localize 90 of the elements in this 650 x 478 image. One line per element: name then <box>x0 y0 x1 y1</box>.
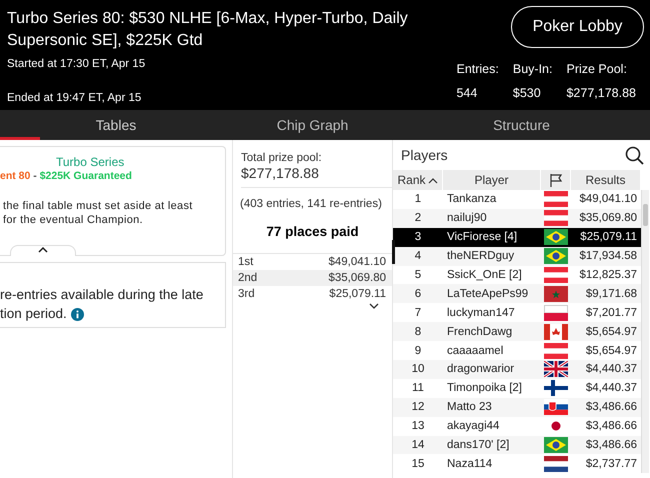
flag-icon <box>544 286 568 302</box>
rank-cell-text: 7 <box>414 306 422 321</box>
player-name[interactable]: caaaaamel <box>443 341 541 360</box>
flag-icon <box>544 456 568 472</box>
tournament-title: Turbo Series 80: $530 NLHE [6-Max, Hyper-Turbo, Daily Supersonic SE], $225K Gtd <box>7 9 409 51</box>
stat-value: 544 <box>456 86 478 100</box>
player-name[interactable]: dragonwarior <box>443 360 541 379</box>
rank-cell-text: 11 <box>411 381 425 396</box>
result-cell-text: $25,079.11 <box>579 230 638 246</box>
result-cell-text: $49,041.10 <box>578 192 638 208</box>
flag-column-icon[interactable] <box>548 172 562 188</box>
prize-pool-value: $277,178.88 <box>241 165 392 188</box>
search-icon[interactable] <box>625 146 644 164</box>
rank-cell-text: 14 <box>410 438 426 454</box>
poker-lobby-button[interactable]: Poker Lobby <box>511 6 644 48</box>
rank-cell-text: 6 <box>414 286 422 302</box>
scrollbar[interactable] <box>641 190 649 474</box>
result-cell-text: $17,934.58 <box>578 249 638 264</box>
result-cell-text: $12,825.37 <box>578 268 638 283</box>
player-name[interactable]: Naza114 <box>443 454 541 474</box>
stat-label: Entries: <box>456 62 499 76</box>
rank-cell-text: 12 <box>410 400 426 416</box>
place: 3rd <box>238 287 255 302</box>
collapse-tab[interactable] <box>10 245 76 256</box>
player-name[interactable]: Tankanza <box>443 190 541 209</box>
sort-icon[interactable] <box>428 176 438 184</box>
flag-icon <box>544 248 568 264</box>
expand-icon[interactable] <box>368 302 380 310</box>
player-name[interactable]: Timonpoika [2] <box>443 378 541 398</box>
flag-icon <box>544 437 568 454</box>
result-cell-text: $5,654.97 <box>584 324 638 340</box>
rank-cell-text: 1 <box>414 192 422 208</box>
info-text: the final table must set aside at least for the eventual Champion. <box>2 199 194 227</box>
prize-amount: $49,041.10 <box>328 255 386 270</box>
rank-cell-text: 15 <box>410 456 426 472</box>
stat-label: Prize Pool: <box>566 62 628 76</box>
caret-icon[interactable] <box>37 246 49 254</box>
reentry-text: re-entries available during the late tion period. <box>0 286 204 323</box>
column-header[interactable]: Player <box>443 170 541 190</box>
player-name[interactable]: theNERDguy <box>443 246 541 266</box>
result-cell-text: $3,486.66 <box>584 419 638 434</box>
tab[interactable]: Chip Graph <box>232 110 393 140</box>
column-header[interactable]: Results <box>571 170 641 190</box>
stat-label: Buy-In: <box>512 62 552 76</box>
rank-cell-text: 4 <box>414 249 422 264</box>
player-name[interactable]: SsicK_OnE [2] <box>443 266 541 284</box>
result-cell-text: $9,171.68 <box>584 286 638 302</box>
result-cell-text: $5,654.97 <box>584 344 638 359</box>
rank-cell-text: 5 <box>414 268 422 283</box>
players-title: Players <box>401 147 448 163</box>
player-name[interactable]: LaTeteApePs99 <box>443 284 541 304</box>
result-cell-text: $3,486.66 <box>584 400 638 416</box>
flag-icon <box>544 380 568 396</box>
stat-value: $277,178.88 <box>566 86 636 100</box>
rank-cell-text: 2 <box>414 211 422 226</box>
tab[interactable]: Tables <box>0 110 232 140</box>
player-name[interactable]: luckyman147 <box>443 303 541 322</box>
places-paid: 77 places paid <box>233 224 392 254</box>
player-name[interactable]: Matto 23 <box>443 398 541 417</box>
stat-value: $530 <box>512 86 542 100</box>
flag-icon <box>544 229 568 246</box>
result-cell-text: $4,440.37 <box>584 381 638 396</box>
start-time: Started at 17:30 ET, Apr 15 <box>7 58 146 70</box>
event-subtitle: ent 80 - $225K Guaranteed <box>0 170 133 182</box>
rank-cell-text: 13 <box>410 419 426 434</box>
player-name[interactable]: VicFiorese [4] <box>443 228 541 247</box>
result-cell-text: $35,069.80 <box>578 211 638 226</box>
rank-cell-text: 3 <box>414 230 422 246</box>
prize-amount: $35,069.80 <box>328 271 386 286</box>
result-cell-text: $4,440.37 <box>584 362 638 378</box>
prize-pool-label: Total prize pool: <box>241 152 323 164</box>
prize-amount: $25,079.11 <box>329 287 386 302</box>
player-name[interactable]: akayagi44 <box>443 416 541 436</box>
info-icon[interactable] <box>70 308 84 321</box>
rank-cell-text: 9 <box>414 344 422 359</box>
result-cell-text: $3,486.66 <box>584 438 638 454</box>
rank-cell-text: 10 <box>410 362 426 378</box>
player-name[interactable]: nailuj90 <box>443 208 541 228</box>
series-name: Turbo Series <box>56 155 126 169</box>
entries-summary: (403 entries, 141 re-entries) <box>240 198 383 210</box>
player-name[interactable]: dans170' [2] <box>443 436 541 454</box>
player-name[interactable]: FrenchDawg <box>443 322 541 342</box>
result-cell-text: $7,201.77 <box>584 306 638 321</box>
column-header[interactable]: Rank <box>393 170 443 190</box>
place: 2nd <box>238 271 258 286</box>
place: 1st <box>238 255 254 270</box>
result-cell-text: $2,737.77 <box>584 456 638 472</box>
rank-cell-text: 8 <box>414 324 422 340</box>
tab[interactable]: Structure <box>393 110 650 140</box>
end-time: Ended at 19:47 ET, Apr 15 <box>7 92 142 104</box>
